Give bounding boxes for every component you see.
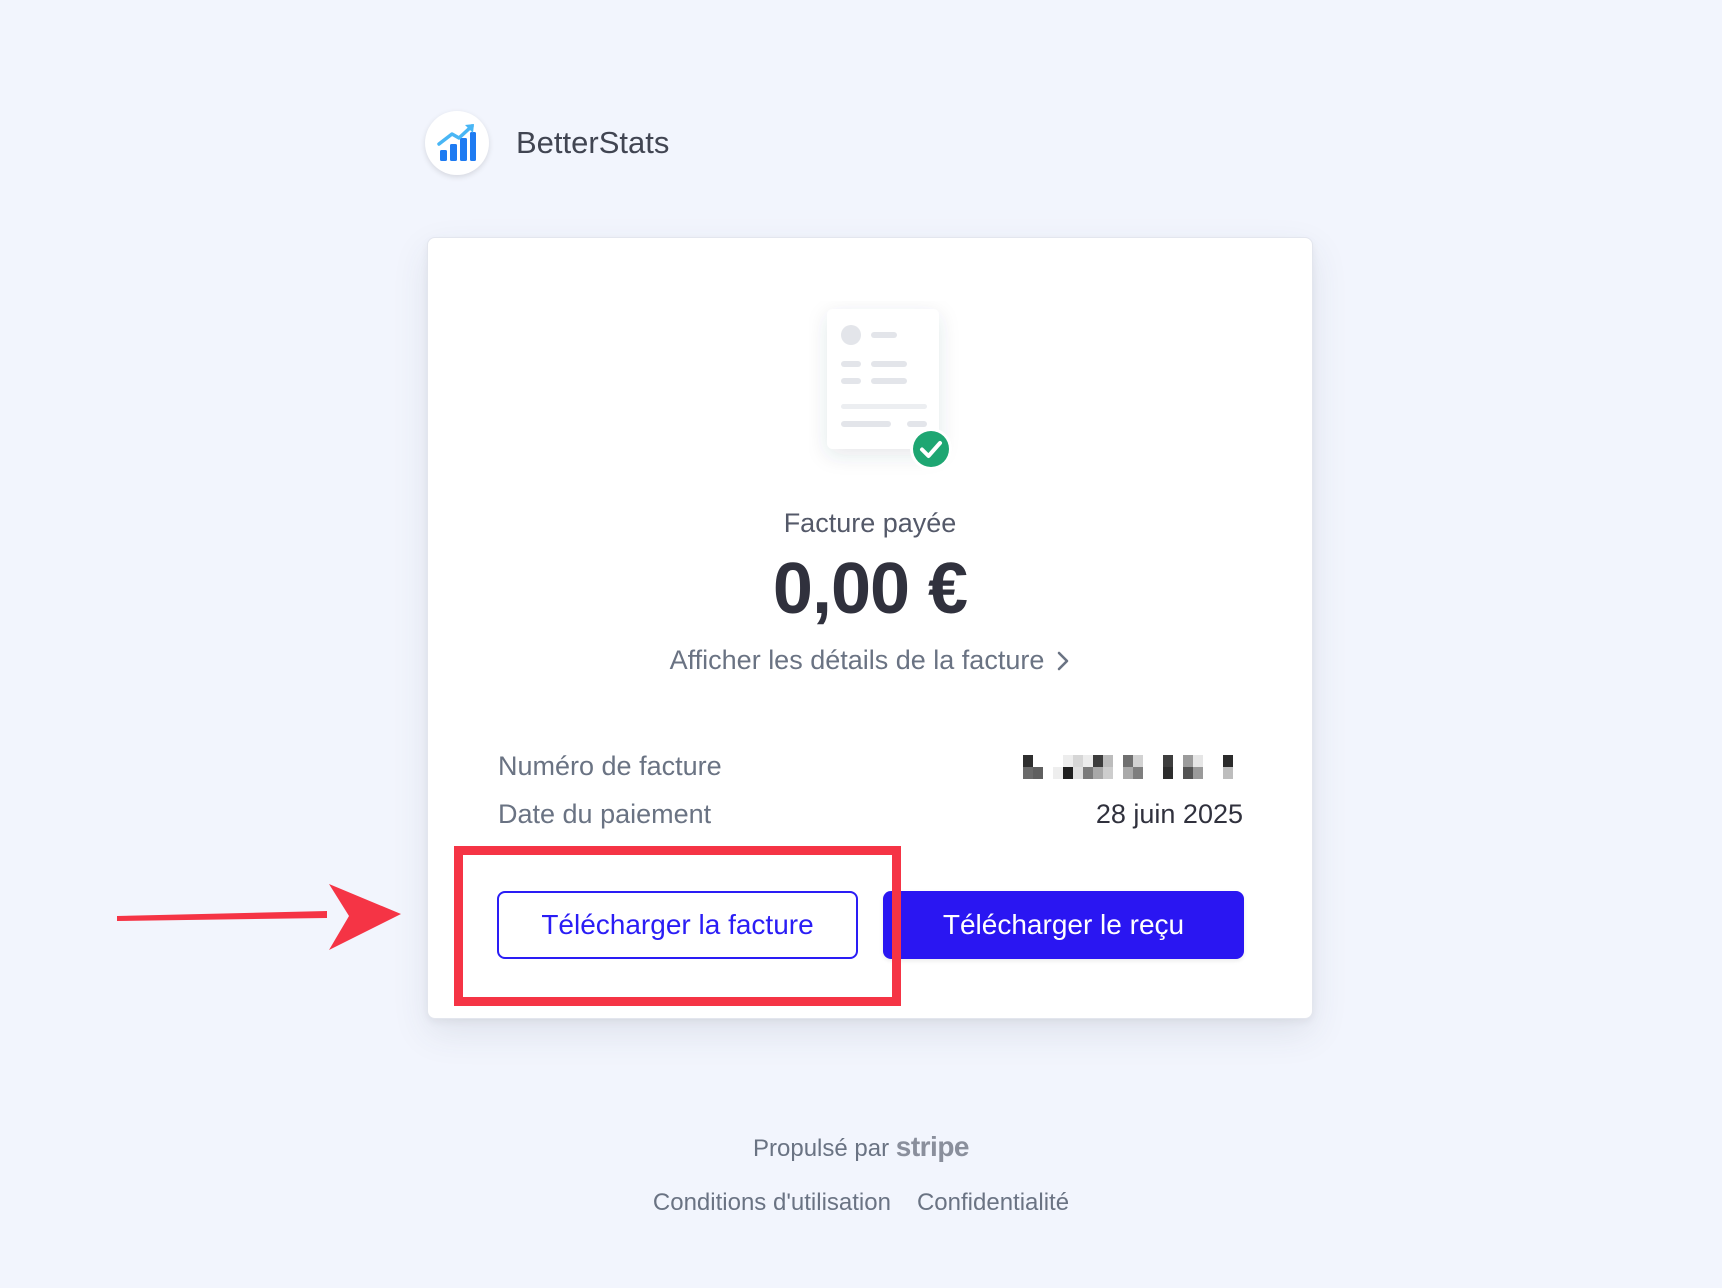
download-receipt-button[interactable]: Télécharger le reçu (883, 891, 1244, 959)
invoice-number-label: Numéro de facture (498, 751, 722, 781)
powered-by: Propulsé par stripe (0, 1131, 1722, 1163)
bar-chart-rising-arrow-icon (437, 124, 476, 161)
download-invoice-button[interactable]: Télécharger la facture (497, 891, 858, 959)
check-circle-icon (910, 428, 952, 470)
merchant-header: BetterStats (425, 110, 669, 176)
view-invoice-details-label: Afficher les détails de la facture (669, 645, 1045, 675)
invoice-number-redacted (1023, 754, 1243, 779)
privacy-link[interactable]: Confidentialité (917, 1189, 1069, 1217)
chevron-right-icon (1058, 651, 1069, 670)
payment-date-row: Date du paiement 28 juin 2025 (498, 799, 1243, 830)
annotation-arrow-icon (117, 884, 401, 950)
payment-date-value: 28 juin 2025 (1095, 799, 1243, 829)
footer-links: Conditions d'utilisation Confidentialité (0, 1189, 1722, 1217)
view-invoice-details-link[interactable]: Afficher les détails de la facture (428, 645, 1312, 676)
powered-by-text: Propulsé par (753, 1135, 890, 1162)
invoice-status: Facture payée (783, 508, 957, 538)
invoice-number-row: Numéro de facture (498, 751, 1243, 782)
terms-link[interactable]: Conditions d'utilisation (653, 1189, 891, 1217)
invoice-amount: 0,00 € (772, 549, 968, 629)
merchant-name: BetterStats (516, 125, 670, 160)
invoice-card: Facture payée 0,00 € Afficher les détail… (427, 237, 1313, 1019)
payment-date-label: Date du paiement (498, 799, 712, 829)
merchant-logo (425, 111, 489, 175)
stripe-logo[interactable]: stripe (896, 1131, 970, 1162)
